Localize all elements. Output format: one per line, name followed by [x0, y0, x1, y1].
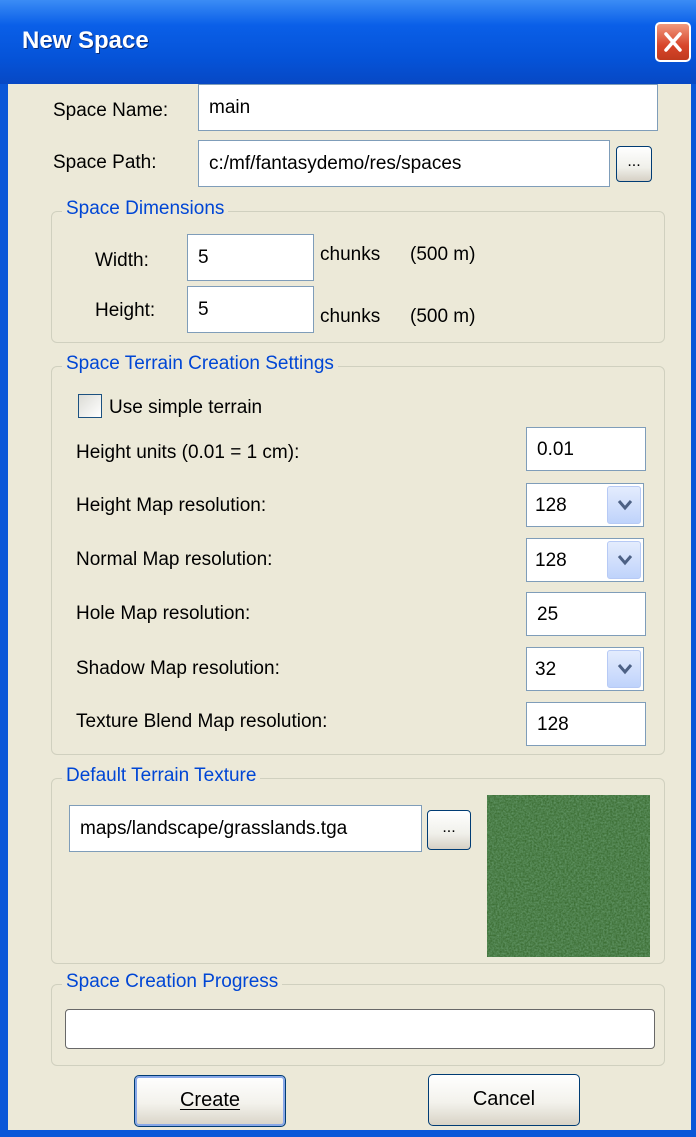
- normal-map-select[interactable]: 128: [526, 538, 644, 582]
- normal-map-dropdown-button[interactable]: [607, 541, 641, 579]
- simple-terrain-label[interactable]: Use simple terrain: [109, 397, 262, 419]
- height-map-label: Height Map resolution:: [76, 495, 267, 516]
- texture-path-input[interactable]: maps/landscape/grasslands.tga: [69, 805, 422, 852]
- close-icon: [664, 32, 682, 52]
- space-name-input[interactable]: main: [198, 84, 658, 131]
- create-button-label: Create: [179, 1089, 241, 1111]
- title-bar[interactable]: New Space: [0, 0, 696, 84]
- height-label: Height:: [95, 300, 156, 321]
- height-unit: chunks: [320, 306, 381, 327]
- creation-progress-bar: [65, 1009, 655, 1049]
- width-unit: chunks: [320, 244, 381, 265]
- height-input[interactable]: 5: [187, 286, 314, 333]
- space-path-input[interactable]: c:/mf/fantasydemo/res/spaces: [198, 140, 610, 187]
- dialog-body: Space Name: main Space Path: c:/mf/fanta…: [8, 84, 691, 1130]
- texture-preview-image: [487, 795, 650, 957]
- cancel-button[interactable]: Cancel: [428, 1074, 580, 1126]
- height-units-label: Height units (0.01 = 1 cm):: [76, 442, 300, 463]
- width-label: Width:: [95, 250, 149, 271]
- shadow-map-label: Shadow Map resolution:: [76, 658, 280, 679]
- shadow-map-dropdown-button[interactable]: [607, 650, 641, 688]
- shadow-map-select[interactable]: 32: [526, 647, 644, 691]
- dialog-window: New Space Space Name: main Space Path: c…: [0, 0, 696, 1137]
- terrain-texture-title: Default Terrain Texture: [62, 765, 261, 787]
- hole-map-input[interactable]: 25: [526, 592, 646, 636]
- hole-map-label: Hole Map resolution:: [76, 603, 251, 624]
- texture-blend-input[interactable]: 128: [526, 702, 646, 746]
- creation-progress-title: Space Creation Progress: [62, 971, 283, 993]
- height-map-select[interactable]: 128: [526, 483, 644, 527]
- close-button[interactable]: [655, 22, 691, 62]
- texture-blend-label: Texture Blend Map resolution:: [76, 711, 328, 732]
- height-map-value: 128: [535, 495, 567, 516]
- height-meters: (500 m): [410, 306, 476, 327]
- chevron-down-icon: [617, 664, 633, 675]
- space-path-label: Space Path:: [53, 152, 157, 173]
- chevron-down-icon: [617, 500, 633, 511]
- chevron-down-icon: [617, 555, 633, 566]
- width-input[interactable]: 5: [187, 234, 314, 281]
- space-name-label: Space Name:: [53, 100, 169, 121]
- space-dimensions-title: Space Dimensions: [62, 198, 229, 220]
- space-path-browse-button[interactable]: ...: [616, 146, 652, 182]
- simple-terrain-checkbox[interactable]: [78, 394, 102, 418]
- create-button[interactable]: Create: [134, 1075, 286, 1127]
- shadow-map-value: 32: [535, 659, 557, 680]
- height-map-dropdown-button[interactable]: [607, 486, 641, 524]
- terrain-settings-title: Space Terrain Creation Settings: [62, 353, 338, 375]
- texture-browse-button[interactable]: ...: [427, 810, 471, 850]
- width-meters: (500 m): [410, 244, 476, 265]
- height-units-input[interactable]: 0.01: [526, 427, 646, 471]
- normal-map-label: Normal Map resolution:: [76, 549, 273, 570]
- window-title: New Space: [22, 27, 149, 54]
- normal-map-value: 128: [535, 550, 567, 571]
